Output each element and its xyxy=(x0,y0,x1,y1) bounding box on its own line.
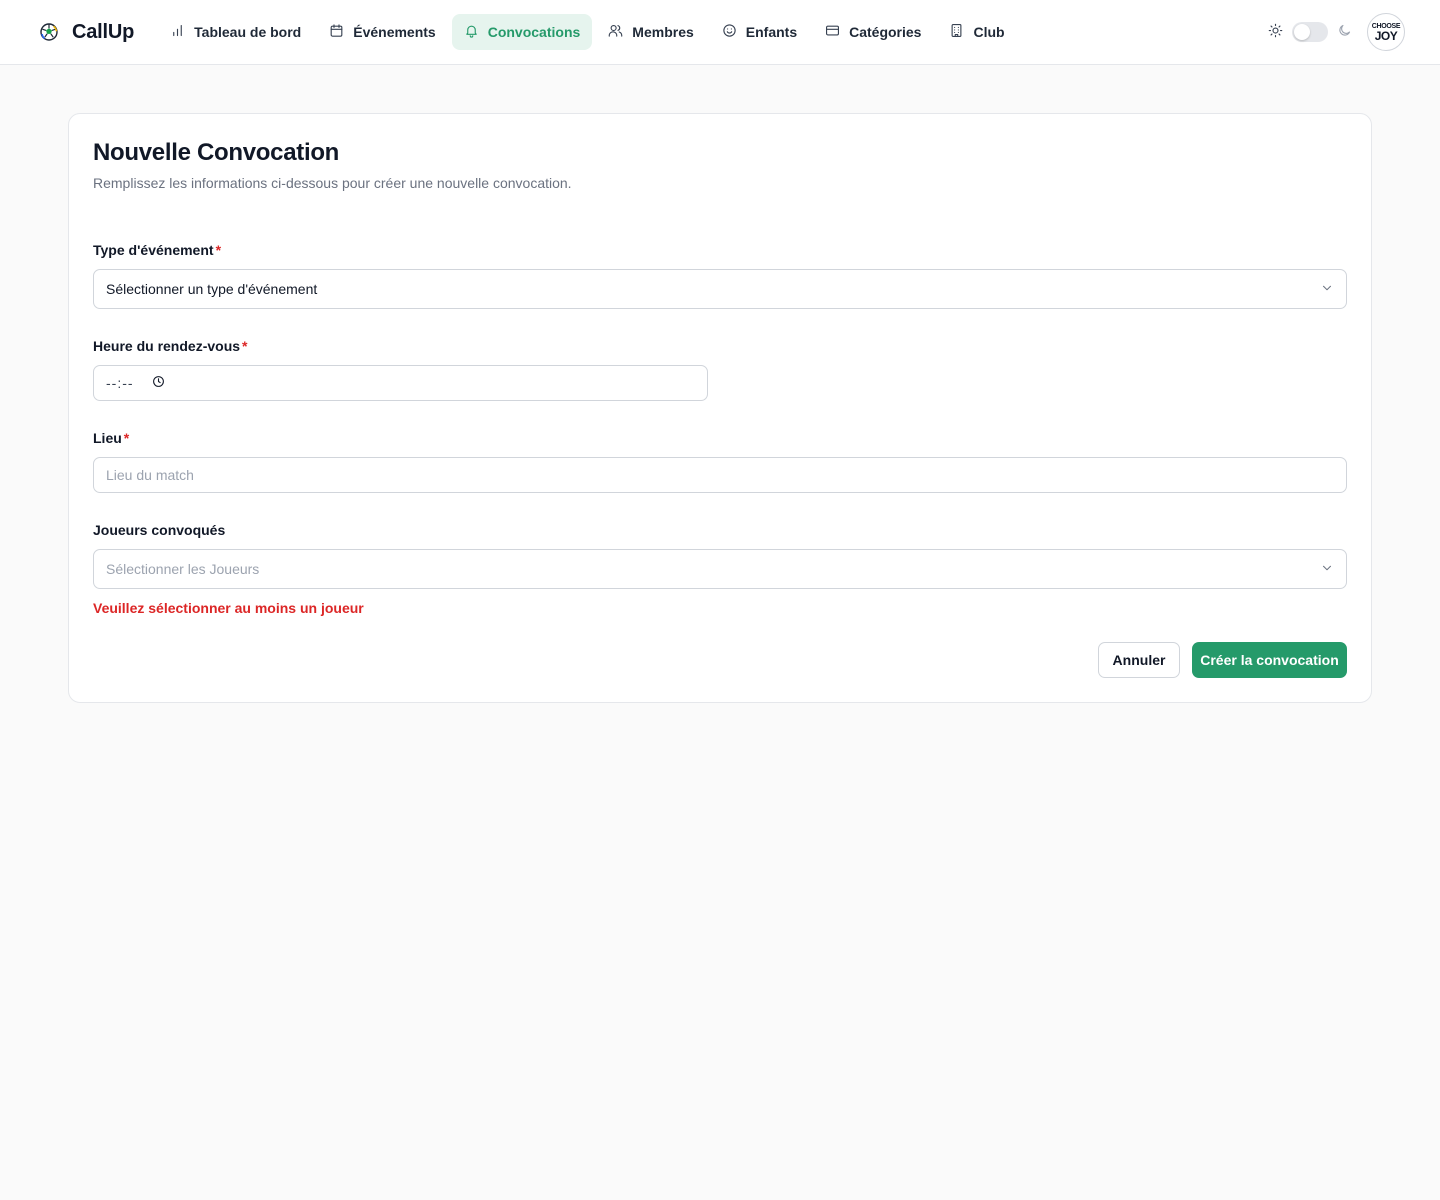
meeting-time-group: Heure du rendez-vous * --:-- xyxy=(93,338,1347,401)
clock-icon[interactable] xyxy=(152,375,165,391)
calendar-icon xyxy=(329,23,344,41)
page-title: Nouvelle Convocation xyxy=(93,139,340,166)
bell-icon xyxy=(464,23,479,41)
meeting-time-label-text: Heure du rendez-vous xyxy=(93,338,241,354)
event-type-label: Type d'événement * xyxy=(93,242,1347,258)
users-icon xyxy=(608,23,623,41)
nav-item-label: Membres xyxy=(632,24,694,40)
players-group: Joueurs convoqués Sélectionner les Joueu… xyxy=(93,522,1347,616)
header-tools: CHOOSE JOY xyxy=(1268,13,1405,51)
event-type-label-text: Type d'événement xyxy=(93,242,214,258)
chevron-down-icon xyxy=(1320,561,1334,578)
nav-item-events[interactable]: Événements xyxy=(317,14,447,50)
app-name: CallUp xyxy=(72,20,135,43)
players-select-placeholder: Sélectionner les Joueurs xyxy=(106,561,260,577)
event-type-group: Type d'événement * Sélectionner un type d… xyxy=(93,242,1347,309)
nav-item-label: Catégories xyxy=(849,24,922,40)
bar-chart-icon xyxy=(170,23,185,41)
players-error-message: Veuillez sélectionner au moins un joueur xyxy=(93,600,364,616)
soccer-ball-icon xyxy=(40,23,58,41)
nav-item-children[interactable]: Enfants xyxy=(710,14,809,50)
nav-item-convocations[interactable]: Convocations xyxy=(451,14,593,50)
nav-item-label: Enfants xyxy=(745,24,798,40)
brand[interactable]: CallUp xyxy=(40,21,134,44)
required-mark: * xyxy=(215,242,222,258)
sun-icon xyxy=(1268,23,1283,41)
nav-item-dashboard[interactable]: Tableau de bord xyxy=(158,14,313,50)
theme-toggle[interactable] xyxy=(1292,22,1328,42)
new-convocation-card: Nouvelle Convocation Remplissez les info… xyxy=(68,113,1372,703)
time-input-value: --:-- xyxy=(106,375,134,391)
cancel-button[interactable]: Annuler xyxy=(1098,642,1180,678)
location-input[interactable]: Lieu du match xyxy=(93,457,1347,493)
required-mark: * xyxy=(242,338,248,354)
nav-item-categories[interactable]: Catégories xyxy=(813,14,933,50)
building-icon xyxy=(949,23,964,41)
location-label: Lieu * xyxy=(93,430,1347,446)
nav-item-members[interactable]: Membres xyxy=(596,14,705,50)
location-input-placeholder: Lieu du match xyxy=(106,467,194,483)
create-convocation-button[interactable]: Créer la convocation xyxy=(1192,642,1347,678)
nav-item-label: Tableau de bord xyxy=(194,24,302,40)
form-actions: Annuler Créer la convocation xyxy=(1098,642,1347,678)
nav-item-label: Club xyxy=(973,24,1005,40)
chevron-down-icon xyxy=(1320,281,1334,298)
credit-card-icon xyxy=(825,23,840,41)
meeting-time-label: Heure du rendez-vous * xyxy=(93,338,1347,354)
nav-item-label: Événements xyxy=(353,24,436,40)
location-label-text: Lieu xyxy=(93,430,122,446)
main-nav: Tableau de bord Événements Convocations … xyxy=(158,14,1016,50)
theme-toggle-knob xyxy=(1294,24,1310,40)
required-mark: * xyxy=(123,430,130,446)
players-select[interactable]: Sélectionner les Joueurs xyxy=(93,549,1347,589)
nav-item-label: Convocations xyxy=(487,24,581,40)
players-label: Joueurs convoqués xyxy=(93,522,1347,538)
players-label-text: Joueurs convoqués xyxy=(93,522,226,538)
avatar-text-bottom: JOY xyxy=(1374,28,1398,43)
event-type-select-value: Sélectionner un type d'événement xyxy=(106,281,318,297)
top-navbar: CallUp Tableau de bord Événements Convoc… xyxy=(0,0,1440,65)
nav-item-club[interactable]: Club xyxy=(937,14,1016,50)
avatar[interactable]: CHOOSE JOY xyxy=(1367,13,1405,51)
moon-icon xyxy=(1337,23,1352,41)
smile-icon xyxy=(722,23,737,41)
location-group: Lieu * Lieu du match xyxy=(93,430,1347,493)
meeting-time-input[interactable]: --:-- xyxy=(93,365,708,401)
event-type-select[interactable]: Sélectionner un type d'événement xyxy=(93,269,1347,309)
page-subtitle: Remplissez les informations ci-dessous p… xyxy=(93,175,572,191)
